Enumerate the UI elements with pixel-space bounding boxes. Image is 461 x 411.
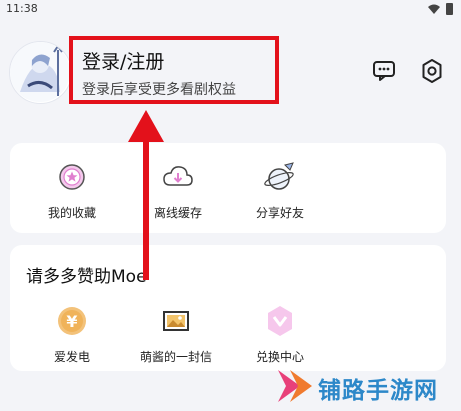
gear-icon[interactable] xyxy=(419,58,445,84)
share-friends-button[interactable]: 分享好友 xyxy=(235,160,325,221)
svg-text:¥: ¥ xyxy=(66,312,77,331)
wifi-icon xyxy=(428,4,440,14)
login-subtitle[interactable]: 登录后享受更多看剧权益 xyxy=(82,79,236,99)
favorites-button[interactable]: 我的收藏 xyxy=(27,160,117,221)
chat-bubble-icon[interactable] xyxy=(372,59,396,83)
letter-button[interactable]: 萌酱的一封信 xyxy=(131,304,221,365)
watermark-logo-icon xyxy=(278,370,312,402)
afdian-button[interactable]: ¥ 爱发电 xyxy=(27,304,117,365)
watermark-text: 铺路手游网 xyxy=(318,378,438,404)
favorites-label: 我的收藏 xyxy=(47,206,96,220)
annotation-arrow xyxy=(128,110,164,280)
letter-picture-icon xyxy=(163,311,189,331)
battery-icon xyxy=(446,3,453,15)
status-bar: 11:38 xyxy=(0,0,461,18)
exchange-center-button[interactable]: 兑换中心 xyxy=(235,304,325,365)
afdian-label: 爱发电 xyxy=(53,350,90,364)
status-time: 11:38 xyxy=(6,2,38,15)
exchange-badge-icon xyxy=(268,306,292,336)
login-title[interactable]: 登录/注册 xyxy=(82,47,164,74)
share-planet-icon xyxy=(264,162,294,190)
yen-coin-icon: ¥ xyxy=(58,307,86,335)
share-friends-label: 分享好友 xyxy=(255,206,304,220)
star-badge-icon xyxy=(59,164,85,190)
letter-label: 萌酱的一封信 xyxy=(139,350,212,364)
status-icons xyxy=(428,3,453,15)
avatar-illustration xyxy=(10,42,70,102)
avatar[interactable] xyxy=(9,41,72,104)
